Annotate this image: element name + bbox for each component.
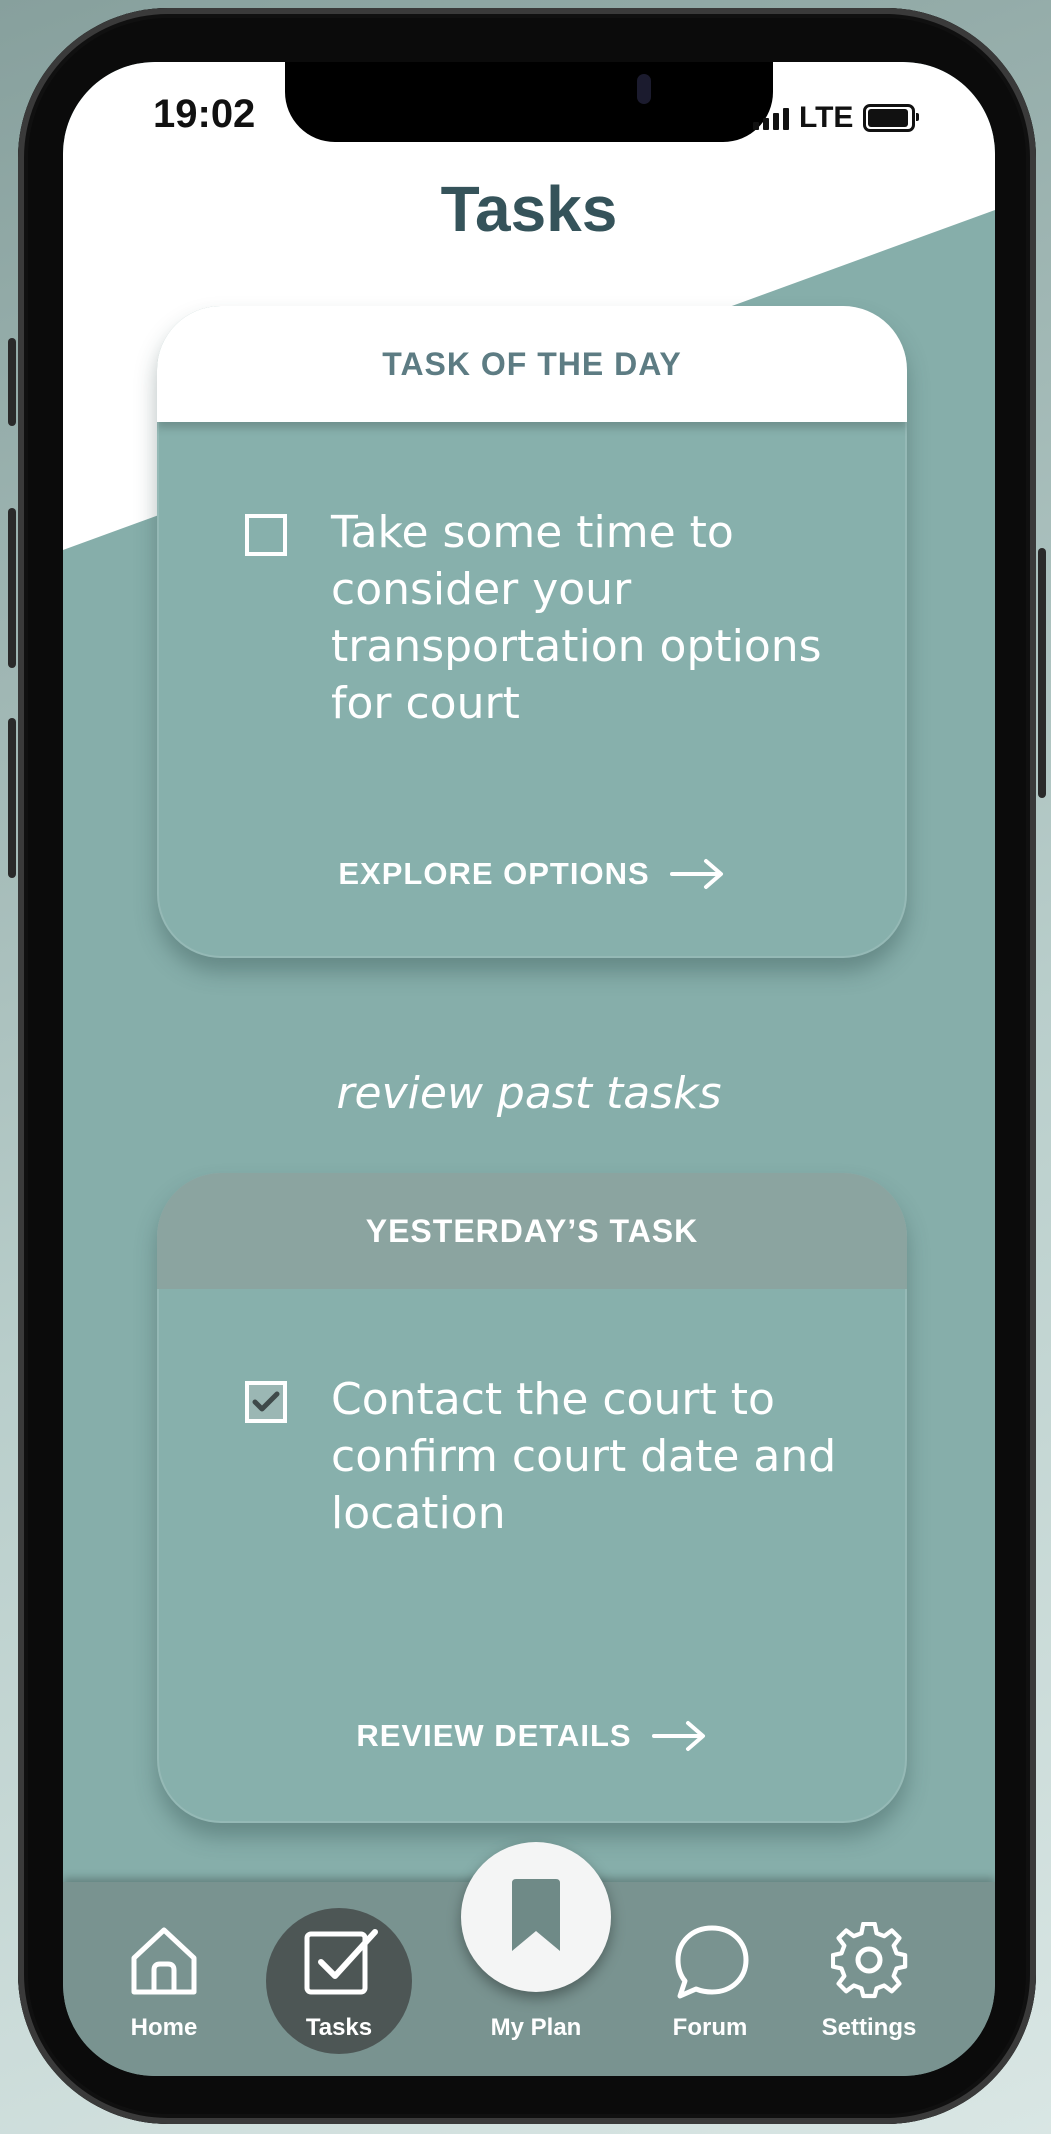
tab-forum-label: Forum <box>672 2014 748 2041</box>
task-of-day-header: TASK OF THE DAY <box>157 306 907 422</box>
yesterday-task-text: Contact the court to confirm court date … <box>331 1374 837 1539</box>
front-camera <box>637 74 651 104</box>
explore-options-label: EXPLORE OPTIONS <box>338 856 650 891</box>
yesterday-task-row: Contact the court to confirm court date … <box>245 1371 851 1542</box>
tab-tasks[interactable]: Tasks <box>264 1882 414 2076</box>
tasks-checkbox-icon <box>304 1929 378 1995</box>
arrow-right-icon <box>651 1721 705 1751</box>
review-details-label: REVIEW DETAILS <box>356 1718 632 1753</box>
task-of-day-row: Take some time to consider your transpor… <box>245 504 851 732</box>
explore-options-button[interactable]: EXPLORE OPTIONS <box>157 856 907 892</box>
gear-icon <box>831 1922 908 1999</box>
yesterday-task-header: YESTERDAY’S TASK <box>157 1173 907 1289</box>
tab-forum[interactable]: Forum <box>635 1882 785 2076</box>
my-plan-button[interactable] <box>461 1842 611 1992</box>
phone-side-button <box>8 338 16 426</box>
chat-bubble-icon <box>675 1925 749 1999</box>
status-time: 19:02 <box>153 92 256 136</box>
phone-power-button <box>1038 548 1046 798</box>
task-of-day-card: TASK OF THE DAY Take some time to consid… <box>157 306 907 958</box>
phone-volume-up-button <box>8 508 16 668</box>
phone-volume-down-button <box>8 718 16 878</box>
status-indicators: LTE <box>753 98 920 138</box>
yesterday-task-checkbox[interactable] <box>245 1381 287 1423</box>
task-of-day-checkbox[interactable] <box>245 514 287 556</box>
tab-settings-label: Settings <box>821 2014 917 2041</box>
arrow-right-icon <box>669 859 723 889</box>
yesterday-task-card: YESTERDAY’S TASK Contact the court to co… <box>157 1173 907 1823</box>
tab-home-label: Home <box>130 2014 198 2041</box>
task-of-day-text: Take some time to consider your transpor… <box>331 507 822 729</box>
network-label: LTE <box>799 101 854 134</box>
review-past-tasks-label: review past tasks <box>336 1068 722 1119</box>
tab-my-plan-label: My Plan <box>490 2014 582 2041</box>
app-screen: 19:02 LTE Tasks TASK OF THE DAY Take som… <box>63 62 995 2076</box>
review-details-button[interactable]: REVIEW DETAILS <box>157 1718 907 1754</box>
home-icon <box>131 1927 197 1995</box>
tab-tasks-label: Tasks <box>305 2014 373 2041</box>
battery-icon <box>863 104 920 132</box>
tab-settings[interactable]: Settings <box>794 1882 944 2076</box>
tab-home[interactable]: Home <box>89 1882 239 2076</box>
signal-icon <box>753 106 789 130</box>
page-title: Tasks <box>440 173 618 245</box>
notch <box>285 62 773 142</box>
checkmark-icon <box>252 1391 280 1412</box>
bookmark-icon <box>512 1879 560 1951</box>
